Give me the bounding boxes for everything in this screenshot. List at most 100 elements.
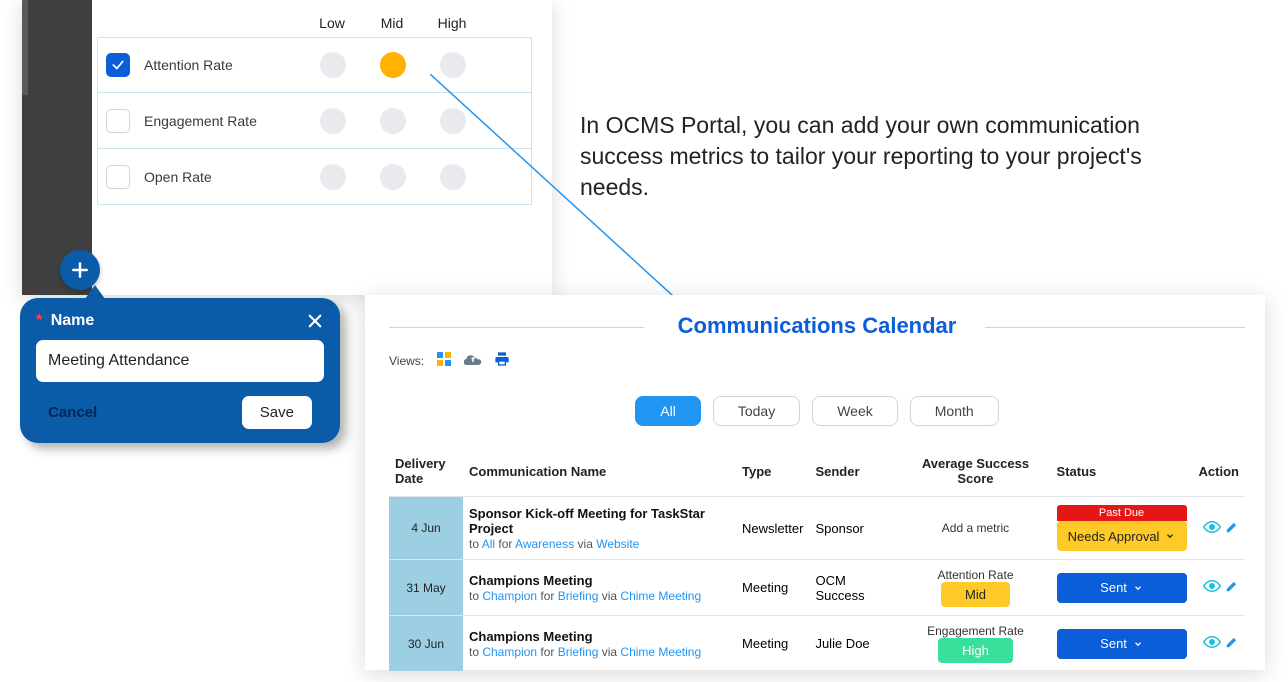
rating-dot-mid[interactable] bbox=[363, 164, 423, 190]
header-low: Low bbox=[302, 15, 362, 31]
eye-icon bbox=[1203, 635, 1221, 649]
add-metric-button[interactable] bbox=[60, 250, 100, 290]
status-dropdown[interactable]: Needs Approval bbox=[1057, 521, 1187, 551]
edit-action[interactable] bbox=[1225, 579, 1239, 596]
communication-name: Sponsor Kick-off Meeting for TaskStar Pr… bbox=[469, 506, 730, 536]
chevron-down-icon bbox=[1133, 583, 1143, 593]
metric-checkbox[interactable] bbox=[106, 109, 130, 133]
metric-row: Attention Rate bbox=[97, 37, 532, 93]
time-filter-tabs: All Today Week Month bbox=[389, 396, 1245, 426]
views-label: Views: bbox=[389, 354, 424, 368]
metrics-panel: Low Mid High Attention Rate Engagement Ra… bbox=[22, 0, 552, 295]
metric-label: Open Rate bbox=[138, 169, 303, 185]
delivery-date-cell: 4 Jun bbox=[389, 497, 463, 560]
status-dropdown[interactable]: Sent bbox=[1057, 629, 1187, 659]
chevron-down-icon bbox=[1133, 639, 1143, 649]
plus-icon bbox=[70, 260, 90, 280]
metric-label: Attention Rate bbox=[138, 57, 303, 73]
col-sender: Sender bbox=[809, 446, 900, 497]
col-avg-score: Average Success Score bbox=[900, 446, 1050, 497]
col-action: Action bbox=[1193, 446, 1245, 497]
eye-icon bbox=[1203, 579, 1221, 593]
sender-cell: Julie Doe bbox=[809, 616, 900, 672]
type-cell: Meeting bbox=[736, 560, 809, 616]
delivery-date-cell: 30 Jun bbox=[389, 616, 463, 672]
pencil-icon bbox=[1225, 520, 1239, 534]
pencil-icon bbox=[1225, 579, 1239, 593]
metric-checkbox[interactable] bbox=[106, 165, 130, 189]
channel-link[interactable]: Chime Meeting bbox=[620, 589, 701, 603]
header-high: High bbox=[422, 15, 482, 31]
metric-checkbox[interactable] bbox=[106, 53, 130, 77]
save-button[interactable]: Save bbox=[242, 396, 312, 429]
table-row: 4 JunSponsor Kick-off Meeting for TaskSt… bbox=[389, 497, 1245, 560]
required-asterisk: * bbox=[36, 312, 42, 329]
cancel-button[interactable]: Cancel bbox=[48, 404, 97, 421]
rating-dot-low[interactable] bbox=[303, 164, 363, 190]
col-type: Type bbox=[736, 446, 809, 497]
channel-link[interactable]: Chime Meeting bbox=[620, 645, 701, 659]
name-field-label: Name bbox=[51, 312, 95, 329]
purpose-link[interactable]: Briefing bbox=[558, 645, 599, 659]
metric-row: Engagement Rate bbox=[97, 93, 532, 149]
past-due-badge: Past Due bbox=[1057, 505, 1187, 521]
view-action[interactable] bbox=[1203, 520, 1221, 537]
audience-link[interactable]: Champion bbox=[482, 589, 537, 603]
pencil-icon bbox=[1225, 635, 1239, 649]
rating-dot-high[interactable] bbox=[423, 52, 483, 78]
rating-dot-high[interactable] bbox=[423, 108, 483, 134]
close-dialog-button[interactable] bbox=[306, 312, 324, 330]
score-metric-name: Engagement Rate bbox=[906, 624, 1044, 638]
eye-icon bbox=[1203, 520, 1221, 534]
tab-all[interactable]: All bbox=[635, 396, 701, 426]
grid-view-icon[interactable] bbox=[436, 351, 452, 370]
view-action[interactable] bbox=[1203, 635, 1221, 652]
metric-name-dialog: * Name Cancel Save bbox=[20, 298, 340, 443]
purpose-link[interactable]: Briefing bbox=[558, 589, 599, 603]
table-row: 30 Jun Champions Meetingto Champion for B… bbox=[389, 616, 1245, 672]
cloud-upload-icon[interactable] bbox=[464, 351, 482, 370]
communication-subline: to Champion for Briefing via Chime Meeti… bbox=[469, 589, 730, 603]
print-icon[interactable] bbox=[494, 351, 510, 370]
tab-month[interactable]: Month bbox=[910, 396, 999, 426]
sender-cell: Sponsor bbox=[809, 497, 900, 560]
metrics-body: Low Mid High Attention Rate Engagement Ra… bbox=[97, 15, 532, 205]
explanatory-caption: In OCMS Portal, you can add your own com… bbox=[580, 110, 1160, 203]
delivery-date-cell: 31 May bbox=[389, 560, 463, 616]
col-delivery-date: Delivery Date bbox=[389, 446, 463, 497]
score-badge: Mid bbox=[941, 582, 1010, 607]
edit-action[interactable] bbox=[1225, 520, 1239, 537]
metric-name-input[interactable] bbox=[36, 340, 324, 382]
header-mid: Mid bbox=[362, 15, 422, 31]
audience-link[interactable]: All bbox=[482, 537, 495, 551]
tab-week[interactable]: Week bbox=[812, 396, 898, 426]
channel-link[interactable]: Website bbox=[596, 537, 639, 551]
add-metric-tail bbox=[85, 285, 105, 299]
metrics-sidebar-accent bbox=[22, 0, 28, 95]
rating-dot-mid[interactable] bbox=[363, 52, 423, 78]
edit-action[interactable] bbox=[1225, 635, 1239, 652]
purpose-link[interactable]: Awareness bbox=[515, 537, 574, 551]
rating-dot-high[interactable] bbox=[423, 164, 483, 190]
communication-subline: to All for Awareness via Website bbox=[469, 537, 730, 551]
add-metric-link[interactable]: Add a metric bbox=[906, 521, 1044, 535]
communication-name: Champions Meeting bbox=[469, 629, 730, 644]
communication-subline: to Champion for Briefing via Chime Meeti… bbox=[469, 645, 730, 659]
views-row: Views: bbox=[389, 351, 1245, 370]
tab-today[interactable]: Today bbox=[713, 396, 800, 426]
score-badge: High bbox=[938, 638, 1013, 663]
score-metric-name: Attention Rate bbox=[906, 568, 1044, 582]
rating-dot-low[interactable] bbox=[303, 52, 363, 78]
calendar-header: Communications Calendar bbox=[389, 313, 1245, 339]
rating-dot-mid[interactable] bbox=[363, 108, 423, 134]
check-icon bbox=[111, 58, 125, 72]
table-row: 31 MayChampions Meetingto Champion for B… bbox=[389, 560, 1245, 616]
sender-cell: OCM Success bbox=[809, 560, 900, 616]
audience-link[interactable]: Champion bbox=[482, 645, 537, 659]
metrics-column-headers: Low Mid High bbox=[97, 15, 532, 31]
view-action[interactable] bbox=[1203, 579, 1221, 596]
status-dropdown[interactable]: Sent bbox=[1057, 573, 1187, 603]
calendar-table: Delivery Date Communication Name Type Se… bbox=[389, 446, 1245, 671]
rating-dot-low[interactable] bbox=[303, 108, 363, 134]
calendar-title: Communications Calendar bbox=[389, 313, 1245, 339]
